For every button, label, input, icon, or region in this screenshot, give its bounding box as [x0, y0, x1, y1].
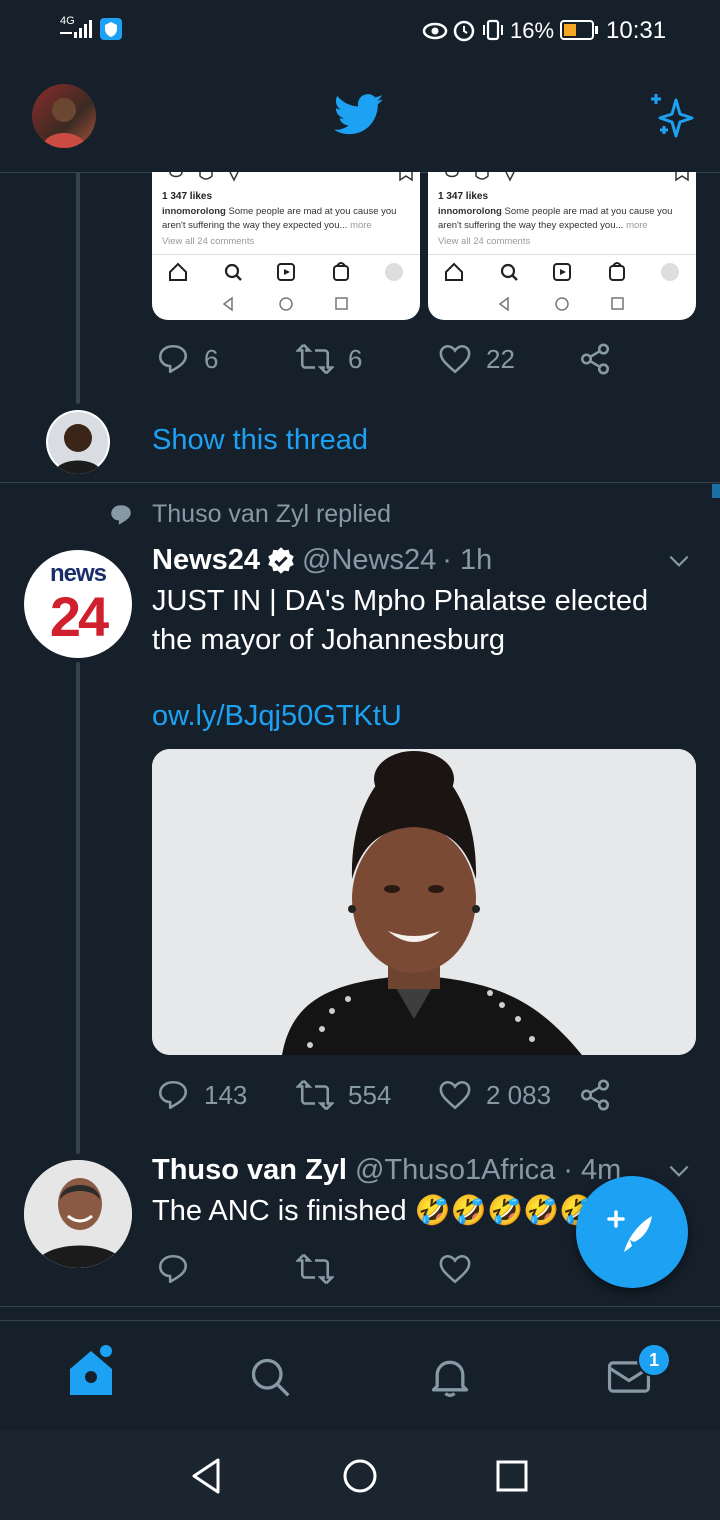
chevron-down-icon[interactable] [664, 1158, 694, 1184]
retweet-button[interactable]: 554 [296, 1078, 391, 1112]
thread-line [76, 662, 80, 1154]
like-button[interactable] [438, 1252, 472, 1286]
reply-context: Thuso van Zyl replied [152, 500, 392, 528]
divider [0, 482, 720, 483]
thuso-avatar[interactable] [24, 1160, 132, 1268]
retweet-button[interactable] [296, 1252, 334, 1286]
avatar-person-icon [48, 412, 108, 474]
notifications-bell-icon[interactable] [428, 1355, 472, 1399]
scroll-indicator[interactable] [712, 484, 720, 498]
back-icon[interactable] [190, 1458, 222, 1494]
top-bar [0, 62, 720, 173]
news24-logo-bottom: 24 [49, 585, 109, 648]
laughing-emoji: 🤣🤣🤣🤣🤣 [414, 1195, 592, 1227]
like-count: 2 083 [486, 1079, 552, 1110]
card-likes: 1 347 likes [162, 191, 213, 202]
home-circle-icon[interactable] [342, 1458, 378, 1494]
media-card-2[interactable]: 1 347 likes innomorolong Some people are… [428, 172, 696, 320]
tweet-text: JUST IN | DA's Mpho Phalatse elected the… [152, 585, 649, 656]
compose-feather-icon [607, 1210, 652, 1252]
show-thread-link[interactable]: Show this thread [152, 424, 368, 457]
reply-count: 143 [204, 1079, 248, 1110]
divider [0, 1306, 720, 1307]
card-comments: View all 24 comments [438, 236, 531, 247]
profile-avatar[interactable] [32, 84, 96, 148]
retweet-icon [296, 1079, 334, 1111]
tweet-header: Thuso van Zyl @Thuso1Africa · 4m [152, 1154, 652, 1187]
like-button[interactable]: 2 083 [438, 1078, 551, 1112]
instagram-nav-icons [445, 262, 679, 281]
messages-badge: 1 [637, 1343, 671, 1377]
reply-button[interactable]: 6 [156, 342, 218, 376]
reply-icon [158, 344, 188, 374]
card-caption: innomorolong Some people are mad at you … [438, 206, 673, 231]
card-likes: 1 347 likes [438, 191, 489, 202]
news24-avatar[interactable]: news 24 [24, 550, 132, 658]
heart-icon [439, 1080, 471, 1110]
avatar-person-icon [42, 98, 86, 148]
tweet-header: News24 @News24 · 1h [152, 544, 492, 577]
avatar-person-icon [24, 1160, 132, 1268]
card-caption: innomorolong Some people are mad at you … [162, 206, 397, 231]
share-icon [580, 343, 610, 375]
retweet-count: 6 [348, 343, 363, 374]
android-nav-icons [498, 296, 624, 312]
retweet-icon [296, 343, 334, 375]
post-actions-icon [445, 172, 689, 182]
share-icon [580, 1079, 610, 1111]
compose-tweet-button[interactable] [576, 1176, 688, 1288]
search-icon[interactable] [248, 1355, 292, 1399]
reply-button[interactable] [156, 1252, 190, 1286]
tweet-photo[interactable] [152, 749, 696, 1055]
alarm-icon [453, 20, 475, 42]
retweet-icon [296, 1253, 334, 1285]
android-nav-icons [222, 296, 348, 312]
woman-portrait-image [152, 749, 696, 1055]
tweet-link[interactable]: ow.ly/BJqj50GTKtU [152, 700, 402, 733]
shield-icon [100, 18, 122, 40]
chevron-down-icon[interactable] [664, 548, 694, 574]
thread-avatar[interactable] [46, 410, 110, 474]
verified-badge-icon [268, 546, 294, 574]
twitter-bird-icon [334, 94, 384, 135]
system-nav-bar [0, 1430, 720, 1520]
like-count: 22 [486, 343, 515, 374]
reply-button[interactable]: 143 [156, 1078, 247, 1112]
author-name[interactable]: Thuso van Zyl [152, 1154, 347, 1187]
author-handle[interactable]: @News24 [302, 544, 436, 577]
card-comments: View all 24 comments [162, 236, 255, 247]
share-button[interactable] [578, 342, 612, 376]
tweet-time: · 1h [442, 544, 493, 576]
like-button[interactable]: 22 [438, 342, 515, 376]
battery-icon [560, 20, 598, 40]
media-card-1[interactable]: 1 347 likes innomorolong Some people are… [152, 172, 420, 320]
battery-percent: 16% [510, 18, 555, 43]
heart-icon [439, 344, 471, 374]
author-handle[interactable]: @Thuso1Africa [355, 1154, 555, 1187]
sparkle-icon[interactable] [646, 92, 696, 142]
post-actions-icon [169, 172, 413, 182]
eye-icon [422, 22, 448, 40]
clock: 10:31 [606, 17, 667, 44]
thread-line [76, 172, 80, 404]
instagram-nav-icons [169, 262, 403, 281]
heart-icon [439, 1254, 471, 1284]
share-button[interactable] [578, 1078, 612, 1112]
retweet-count: 554 [348, 1079, 392, 1110]
reply-icon [158, 1080, 188, 1110]
reply-icon [158, 1254, 188, 1284]
vibrate-icon [483, 19, 503, 41]
reply-context-icon [111, 505, 131, 525]
tweet-text: The ANC is finished 🤣🤣🤣🤣🤣 [152, 1192, 592, 1231]
author-name[interactable]: News24 [152, 544, 260, 577]
signal-icon [60, 20, 92, 38]
reply-count: 6 [204, 343, 219, 374]
status-bar: 4G 16% 10:31 [0, 0, 720, 62]
retweet-button[interactable]: 6 [296, 342, 362, 376]
home-icon[interactable] [66, 1343, 116, 1399]
recents-square-icon[interactable] [496, 1460, 528, 1492]
bottom-nav: 1 [0, 1320, 720, 1431]
